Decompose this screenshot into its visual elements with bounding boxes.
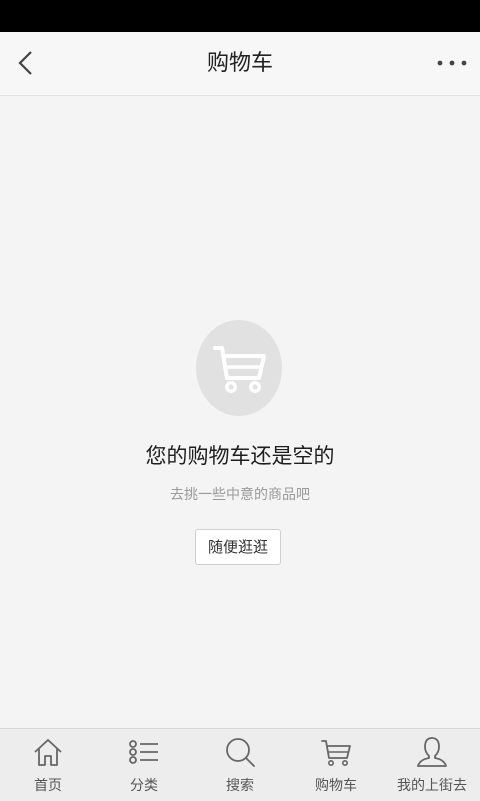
tab-cart[interactable]: 购物车 — [288, 729, 384, 801]
tab-profile[interactable]: 我的上街去 — [384, 729, 480, 801]
cart-icon — [321, 740, 351, 766]
tab-category-label: 分类 — [130, 778, 158, 794]
more-dots-icon — [437, 60, 467, 66]
bottom-tab-bar: 首页 分类 搜索 购物车 我的上街去 — [0, 728, 480, 801]
tab-home[interactable]: 首页 — [0, 729, 96, 801]
empty-cart-title: 您的购物车还是空的 — [145, 444, 335, 468]
list-icon — [129, 740, 158, 764]
more-button[interactable] — [432, 46, 472, 82]
tab-search[interactable]: 搜索 — [192, 729, 288, 801]
tab-category[interactable]: 分类 — [96, 729, 192, 801]
navigation-bar: 购物车 — [0, 32, 480, 96]
tab-profile-label: 我的上街去 — [397, 778, 467, 794]
tab-cart-label: 购物车 — [315, 778, 357, 794]
tab-home-label: 首页 — [34, 778, 62, 794]
home-icon — [34, 739, 62, 766]
empty-cart-subtitle: 去挑一些中意的商品吧 — [170, 487, 310, 503]
search-icon — [226, 738, 255, 767]
user-icon — [417, 737, 447, 767]
tab-search-label: 搜索 — [226, 778, 254, 794]
empty-cart-icon-circle — [196, 320, 282, 416]
browse-button[interactable]: 随便逛逛 — [195, 529, 281, 565]
cart-icon — [213, 346, 266, 393]
status-bar — [0, 0, 480, 32]
page-title: 购物车 — [206, 51, 273, 76]
